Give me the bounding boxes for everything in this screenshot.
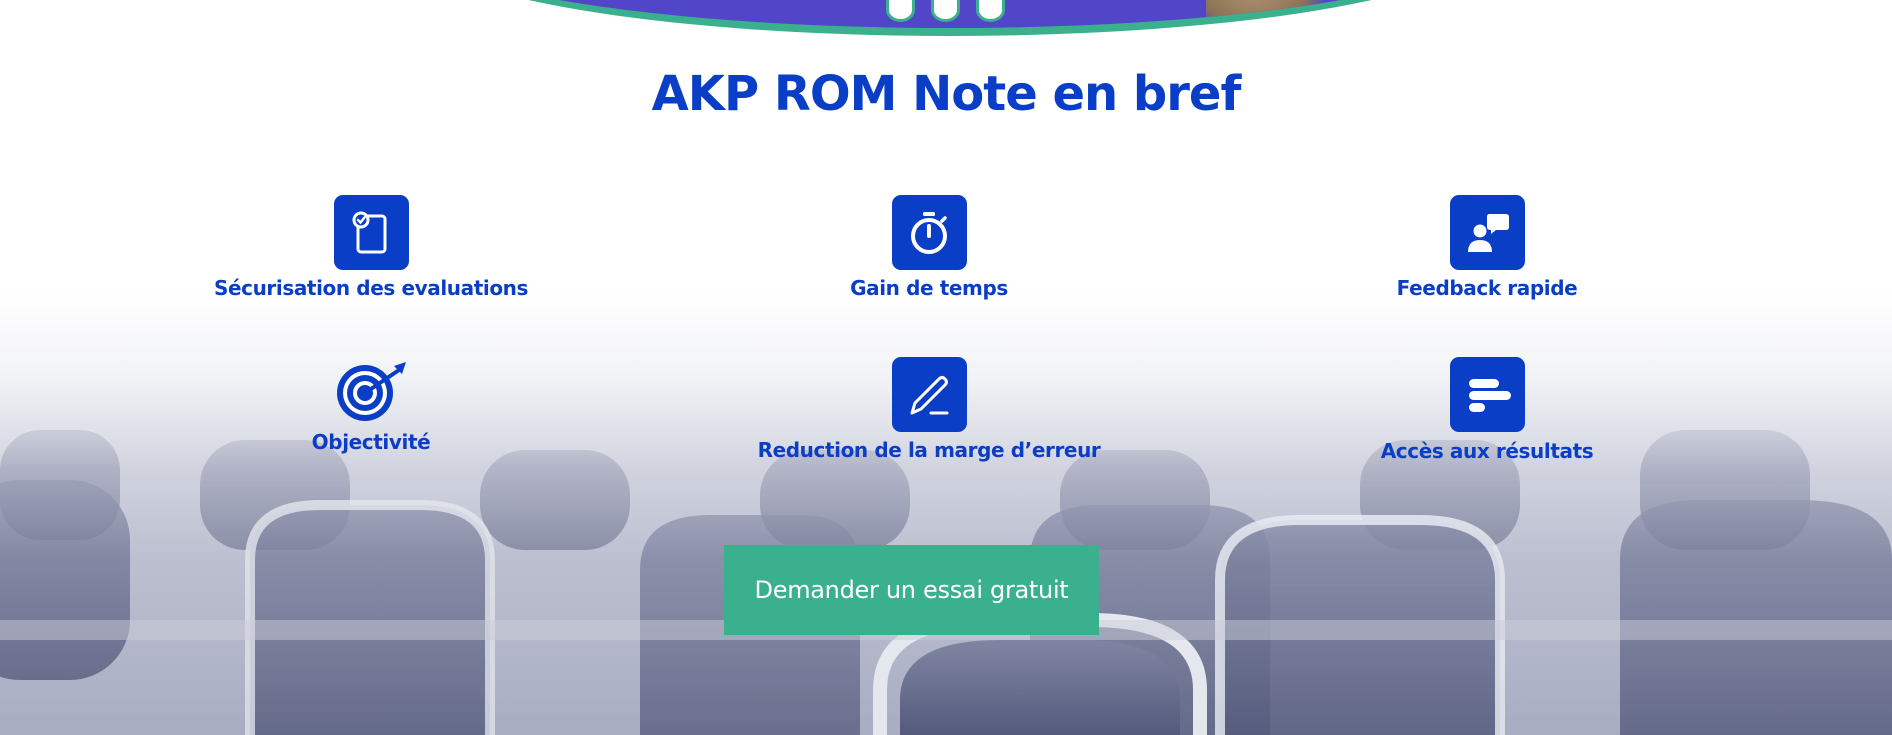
feature-label: Sécurisation des evaluations [213,276,529,300]
section-title: AKP ROM Note en bref [651,66,1242,122]
feature-securisation: Sécurisation des evaluations [141,195,601,300]
bar-list-icon [1449,357,1525,432]
feature-gain-de-temps: Gain de temps [699,195,1159,300]
pen-icon [891,357,967,432]
hero-photo-fragment [1206,0,1326,28]
feature-acces-resultats: Accès aux résultats [1257,357,1717,463]
stopwatch-icon [891,195,967,270]
feature-reduction-erreur: Reduction de la marge d’erreur [699,357,1159,462]
feature-feedback-rapide: Feedback rapide [1257,195,1717,300]
target-icon [334,357,409,432]
free-trial-button[interactable]: Demander un essai gratuit [724,545,1099,635]
slider-dot-2[interactable] [931,0,960,22]
feature-label: Accès aux résultats [1380,439,1594,463]
feature-label: Reduction de la marge d’erreur [757,438,1101,462]
slider-dot-3[interactable] [976,0,1005,22]
slider-pagination [886,0,1005,22]
tablet-check-icon [333,195,409,270]
feature-label: Objectivité [311,430,431,454]
slider-dot-1[interactable] [886,0,915,22]
feature-objectivite: Objectivité [141,357,601,454]
feature-label: Gain de temps [850,276,1008,300]
user-chat-icon [1449,195,1525,270]
feature-label: Feedback rapide [1396,276,1578,300]
